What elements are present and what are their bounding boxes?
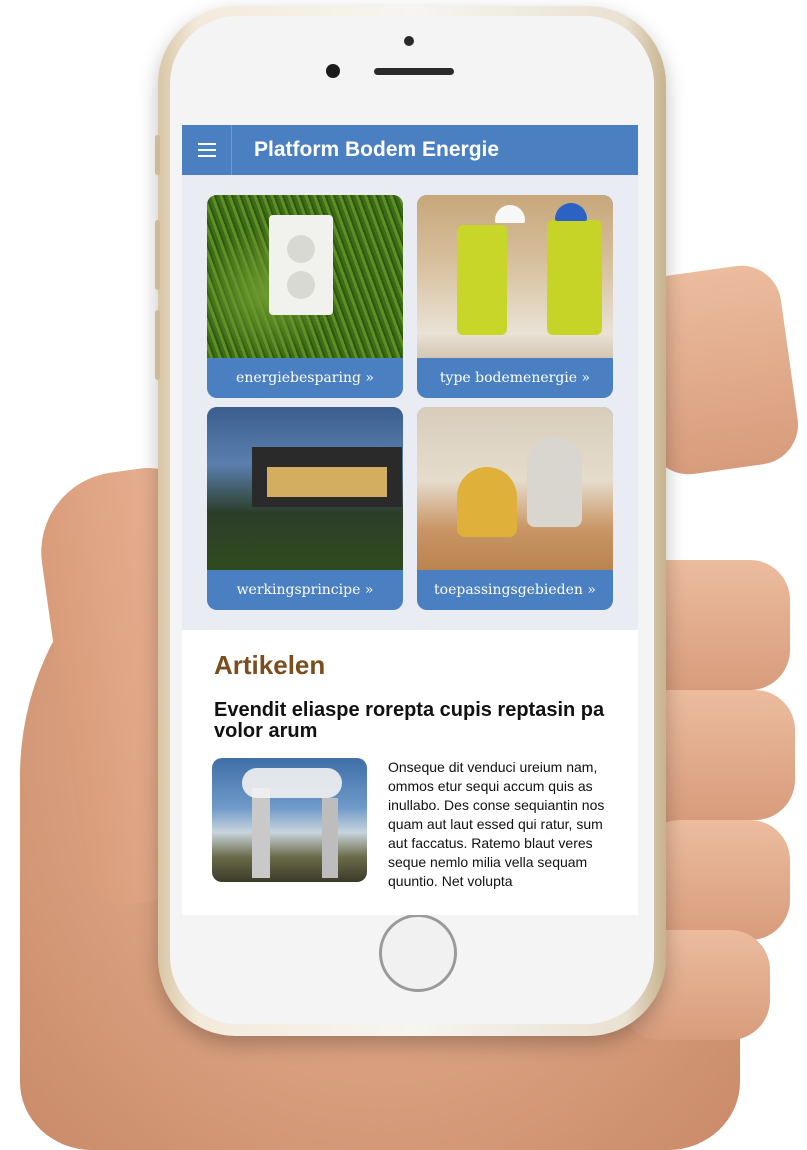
- tile-label: werkingsprincipe »: [236, 582, 374, 598]
- app-title: Platform Bodem Energie: [254, 138, 500, 161]
- side-button-volume-down: [155, 310, 160, 380]
- tile-label: energiebesparing »: [236, 370, 374, 386]
- hamburger-menu-icon[interactable]: [182, 125, 232, 175]
- tile-label: toepassingsgebieden »: [434, 582, 596, 598]
- worker-right: [547, 220, 602, 335]
- phone-screen: Platform Bodem Energie energiebesparing …: [182, 125, 638, 915]
- speaker-grille: [374, 68, 454, 75]
- worker-left: [457, 225, 507, 335]
- tile-label: type bodemenergie »: [439, 370, 591, 386]
- house-lights: [267, 467, 387, 497]
- article-body: Onseque dit venduci ureium nam, ommos et…: [388, 759, 605, 889]
- tile-werkingsprincipe[interactable]: werkingsprincipe »: [207, 407, 403, 610]
- article-image-geothermal-plant[interactable]: [212, 758, 367, 882]
- outlet-socket-bottom: [287, 271, 315, 299]
- tile-image-workers: [417, 195, 613, 358]
- white-helmet-icon: [495, 205, 525, 223]
- tile-image-power-socket: [207, 195, 403, 358]
- front-camera-icon: [326, 64, 340, 78]
- side-button-mute: [155, 135, 160, 175]
- tile-image-house: [207, 407, 403, 570]
- article-title[interactable]: Evendit eliaspe rorepta cupis reptasin p…: [214, 700, 614, 742]
- app-bar: Platform Bodem Energie: [182, 125, 638, 175]
- articles-section: Artikelen Evendit eliaspe rorepta cupis …: [182, 630, 638, 915]
- wall-outlet-icon: [269, 215, 333, 315]
- chimney-right: [322, 798, 338, 878]
- person-yellow: [457, 467, 517, 537]
- articles-heading: Artikelen: [214, 650, 326, 680]
- tile-grid: energiebesparing » type bodemenergie » w…: [182, 175, 638, 630]
- home-button[interactable]: [379, 914, 457, 992]
- chimney-left: [252, 788, 270, 878]
- outlet-socket-top: [287, 235, 315, 263]
- steam-cloud: [242, 768, 342, 798]
- tile-toepassingsgebieden[interactable]: toepassingsgebieden »: [417, 407, 613, 610]
- person-light: [527, 437, 582, 527]
- tile-type-bodemenergie[interactable]: type bodemenergie »: [417, 195, 613, 398]
- camera-icon: [404, 36, 414, 46]
- side-button-volume-up: [155, 220, 160, 290]
- blue-helmet-icon: [555, 203, 587, 221]
- tile-energiebesparing[interactable]: energiebesparing »: [207, 195, 403, 398]
- tile-image-family: [417, 407, 613, 570]
